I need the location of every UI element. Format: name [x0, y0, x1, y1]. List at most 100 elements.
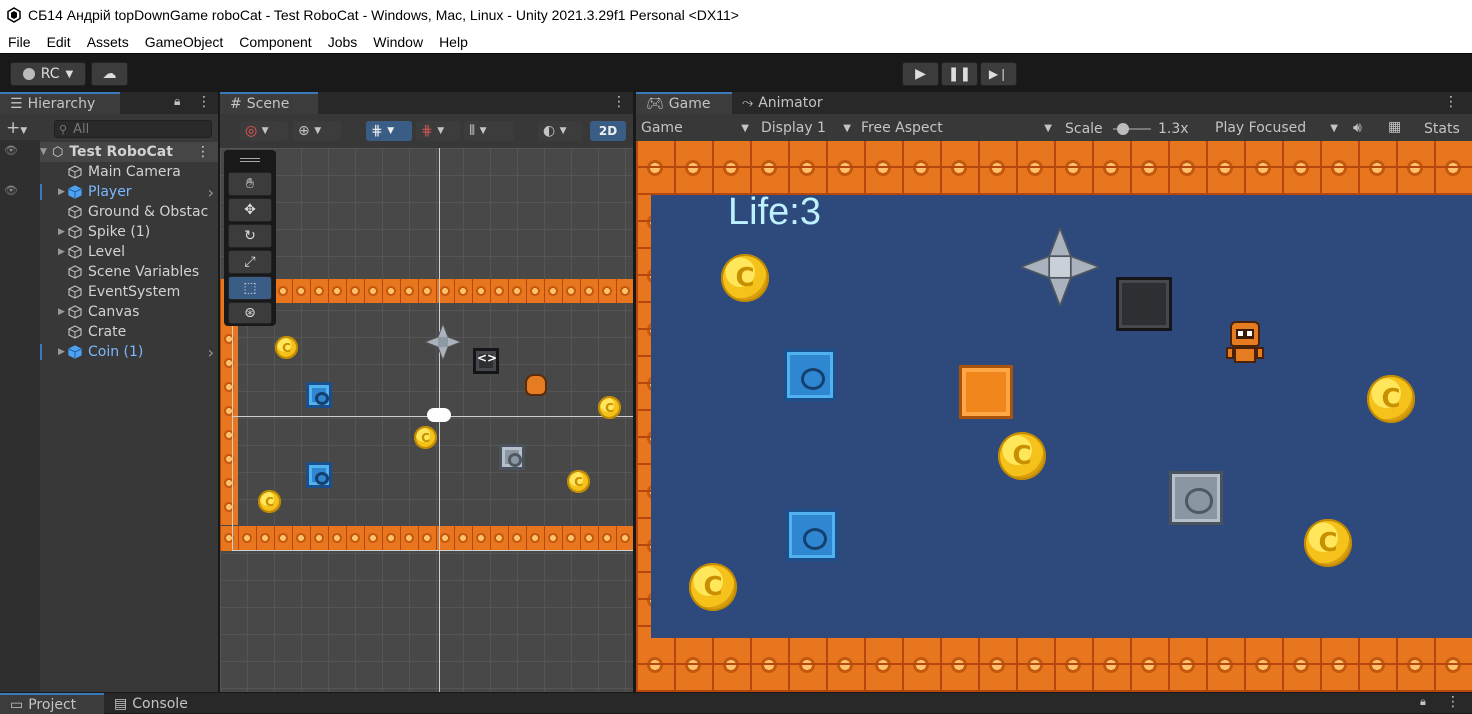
chevron-right-icon[interactable]: ›	[208, 183, 214, 202]
pause-button[interactable]: ❚❚	[941, 62, 978, 86]
scene-tank-box[interactable]	[306, 382, 332, 408]
hierarchy-menu-icon[interactable]: ⋮	[197, 94, 211, 110]
aspect-select[interactable]: Free Aspect ▼	[856, 118, 1056, 138]
view-select[interactable]: Game ▼	[636, 118, 751, 138]
play-focused-select[interactable]: Play Focused ▼	[1210, 118, 1340, 138]
mode-2d-toggle[interactable]: 2D	[590, 121, 626, 141]
audio-icon[interactable]: 🔊︎	[1353, 120, 1362, 136]
cloud-button[interactable]: ☁	[91, 62, 128, 86]
increment-dropdown[interactable]: ⦀ ▼	[464, 121, 514, 141]
shading-dropdown[interactable]: ⊕ ▼	[293, 121, 341, 141]
scene-crate[interactable]	[499, 444, 525, 470]
game-coin: C	[689, 563, 737, 611]
scene-tabbar: # Scene ⋮	[220, 92, 633, 114]
scene-coin[interactable]: C	[275, 336, 298, 359]
hierarchy-search-input[interactable]: ⚲ All	[54, 120, 212, 138]
tab-project[interactable]: ▭ Project	[0, 693, 104, 714]
play-button[interactable]: ▶	[902, 62, 939, 86]
add-object-button[interactable]: +▼	[6, 118, 27, 138]
game-coin: C	[1304, 519, 1352, 567]
expand-arrow-icon[interactable]: ▶	[58, 347, 68, 357]
scene-dark-block[interactable]: <>	[473, 348, 499, 374]
tab-animator[interactable]: ⤳ Animator	[732, 92, 833, 114]
hierarchy-item[interactable]: ▶ Spike (1)	[58, 222, 218, 242]
chevron-right-icon[interactable]: ›	[208, 343, 214, 362]
list-icon: ☰	[10, 96, 23, 112]
rotate-tool[interactable]: ↻	[228, 224, 272, 248]
stats-button[interactable]: Stats	[1424, 121, 1460, 137]
tab-game[interactable]: 🎮︎ Game	[636, 92, 732, 114]
game-viewport[interactable]: Life:3 C C C C C	[636, 141, 1472, 692]
scene-coin[interactable]: C	[567, 470, 590, 493]
hierarchy-item[interactable]: ▶ Coin (1) ›	[40, 342, 218, 362]
expand-arrow-icon[interactable]: ▶	[58, 227, 68, 237]
play-focused-value: Play Focused	[1215, 120, 1307, 136]
snap-increment-dropdown[interactable]: ⋕ ▼	[416, 121, 460, 141]
account-dropdown[interactable]: RC ▼	[10, 62, 86, 86]
visibility-eye-icon[interactable]: 👁︎	[4, 184, 18, 197]
hierarchy-item[interactable]: Main Camera	[58, 162, 218, 182]
chevron-down-icon: ▼	[843, 122, 851, 134]
transform-tool[interactable]: ⊛	[228, 302, 272, 324]
menu-assets[interactable]: Assets	[79, 34, 137, 50]
menu-help[interactable]: Help	[431, 34, 476, 50]
game-tabbar: 🎮︎ Game ⤳ Animator ⋮	[636, 92, 1472, 114]
scene-coin[interactable]: C	[258, 490, 281, 513]
expand-arrow-icon[interactable]: ▶	[58, 307, 68, 317]
scene-menu-icon[interactable]: ⋮	[612, 94, 626, 110]
scene-coin[interactable]: C	[414, 426, 437, 449]
scene-coin[interactable]: C	[598, 396, 621, 419]
draw-mode-dropdown[interactable]: ◎ ▼	[240, 121, 288, 141]
hierarchy-item[interactable]: ▶ Canvas	[58, 302, 218, 322]
chevron-down-icon: ▼	[314, 126, 322, 136]
lock-icon[interactable]: 🔒︎	[1420, 695, 1426, 709]
scene-spike[interactable]	[425, 324, 461, 360]
game-menu-icon[interactable]: ⋮	[1444, 94, 1458, 110]
gameobject-cube-icon	[68, 225, 82, 239]
move-tool[interactable]: ✥	[228, 198, 272, 222]
scene-player-sprite[interactable]	[525, 374, 547, 396]
display-select[interactable]: Display 1 ▼	[756, 118, 853, 138]
hierarchy-item[interactable]: ▶ Player ›	[40, 182, 218, 202]
menu-component[interactable]: Component	[231, 34, 319, 50]
hierarchy-item[interactable]: EventSystem	[58, 282, 218, 302]
game-toolbar: Game ▼ Display 1 ▼ Free Aspect ▼ Scale 1.3x…	[636, 116, 1472, 140]
hierarchy-item[interactable]: Crate	[58, 322, 218, 342]
grid-snap-toggle[interactable]: ⋕ ▼	[366, 121, 412, 141]
visibility-eye-icon[interactable]: 👁︎	[4, 144, 18, 157]
gameobject-cube-icon	[68, 205, 82, 219]
hand-tool[interactable]: ✋︎	[228, 172, 272, 196]
hierarchy-item[interactable]: Ground & Obstac	[58, 202, 218, 222]
scene-root-row[interactable]: ▼ ⬡ Test RoboCat ⋮	[40, 142, 218, 162]
hierarchy-item[interactable]: Scene Variables	[58, 262, 218, 282]
expand-arrow-icon[interactable]: ▶	[58, 187, 68, 197]
tab-scene[interactable]: # Scene	[220, 92, 318, 114]
tab-console[interactable]: ▤ Console	[104, 693, 198, 714]
scale-tool[interactable]: ⤢	[228, 250, 272, 274]
rect-tool[interactable]: ⬚	[228, 276, 272, 300]
expand-arrow-icon[interactable]: ▶	[58, 247, 68, 257]
menu-jobs[interactable]: Jobs	[320, 34, 366, 50]
effects-dropdown[interactable]: ◐ ▼	[538, 121, 582, 141]
scene-viewport[interactable]: C C C C C <>	[220, 148, 633, 692]
expand-arrow-icon[interactable]: ▼	[40, 147, 50, 157]
menu-gameobject[interactable]: GameObject	[137, 34, 232, 50]
lock-icon[interactable]: 🔒︎	[174, 94, 180, 109]
scale-slider[interactable]	[1113, 123, 1151, 135]
menu-edit[interactable]: Edit	[39, 34, 79, 50]
scene-tank-box[interactable]	[306, 462, 332, 488]
scene-cloud-gizmo[interactable]	[427, 408, 451, 422]
gizmo-grid-icon[interactable]: ▦	[1388, 119, 1401, 135]
hierarchy-item[interactable]: ▶ Level	[58, 242, 218, 262]
animator-icon: ⤳	[742, 95, 754, 111]
game-coin: C	[1367, 375, 1415, 423]
bottom-menu-icon[interactable]: ⋮	[1446, 694, 1460, 710]
tab-hierarchy[interactable]: ☰ Hierarchy	[0, 92, 120, 114]
scene-menu-icon[interactable]: ⋮	[196, 144, 210, 160]
menu-window[interactable]: Window	[365, 34, 431, 50]
step-button[interactable]: ▶❘	[980, 62, 1017, 86]
unity-logo-icon	[7, 7, 21, 23]
scale-slider-thumb[interactable]	[1116, 123, 1129, 135]
menu-file[interactable]: File	[0, 34, 39, 50]
visibility-gutter	[0, 140, 40, 692]
